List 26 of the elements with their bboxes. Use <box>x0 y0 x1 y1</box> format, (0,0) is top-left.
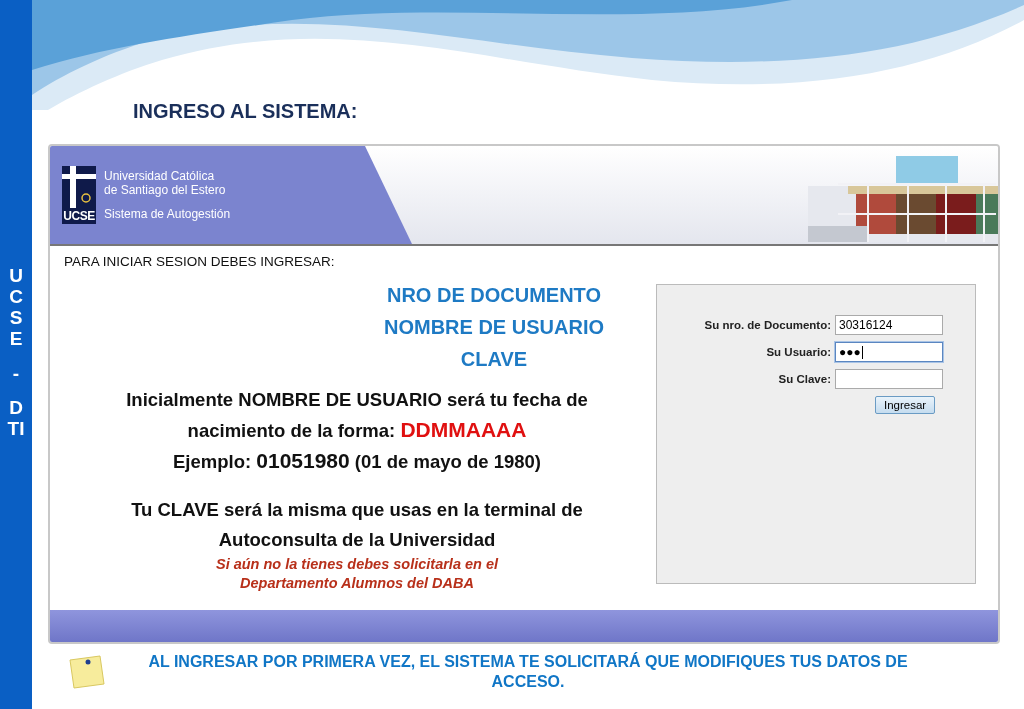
intro-text: PARA INICIAR SESION DEBES INGRESAR: <box>64 254 336 269</box>
input-field[interactable]: 30316124 <box>835 315 943 335</box>
field-label: Su Clave: <box>777 373 831 385</box>
required-item: CLAVE <box>460 347 528 372</box>
footer-text: AL INGRESAR POR PRIMERA VEZ, EL SISTEMA TE SOLICITARÁ QUE MODIFIQUES TUS DATOS DE ACCESO. <box>147 652 909 692</box>
instruction-text: Inicialmente NOMBRE DE USUARIO será tu fecha de nacimiento de la forma: DDMMAAAA <box>125 388 589 443</box>
university-name: Universidad Católica <box>104 169 216 183</box>
logo-text: UCSE <box>62 208 96 224</box>
required-item: NOMBRE DE USUARIO <box>384 315 604 340</box>
field-label: Su Usuario: <box>765 346 831 358</box>
side-label: DTI <box>6 398 26 441</box>
university-name: de Santiago del Estero <box>104 183 227 197</box>
logo-icon <box>62 166 96 208</box>
instruction-text: Tu CLAVE será la misma que usas en la terminal de Autoconsulta de la Universidad <box>130 498 584 552</box>
login-button[interactable]: Ingresar <box>875 396 936 414</box>
instruction-text: Ejemplo: 01051980 (01 de mayo de 1980) <box>172 448 542 474</box>
slide-title: INGRESO AL SISTEMA: <box>133 100 359 124</box>
input-field[interactable] <box>835 369 943 389</box>
system-name: Sistema de Autogestión <box>104 207 231 221</box>
side-label: - <box>11 363 21 385</box>
input-field[interactable]: ●●● <box>835 342 943 362</box>
field-label: Su nro. de Documento: <box>703 319 831 331</box>
side-label: UCSE <box>8 266 24 350</box>
sticky-note-icon <box>68 654 106 690</box>
note-text: Si aún no la tienes debes solicitarla en el Departamento Alumnos del DABA <box>214 555 500 593</box>
required-item: NRO DE DOCUMENTO <box>386 283 602 308</box>
